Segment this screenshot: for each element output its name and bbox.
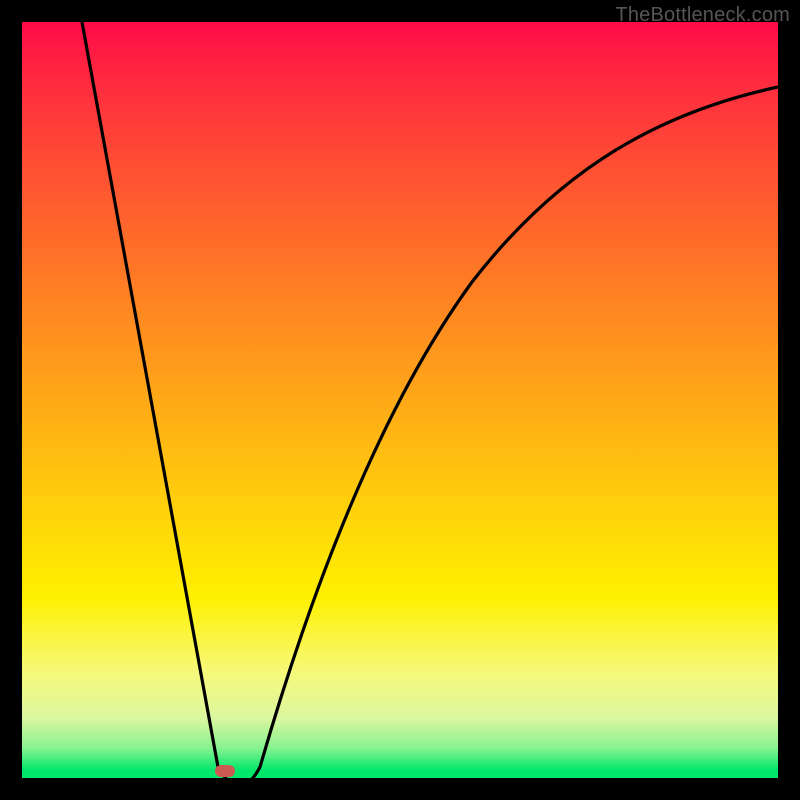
watermark-text: TheBottleneck.com — [615, 4, 790, 27]
curve-path — [82, 22, 778, 778]
bottleneck-curve — [22, 22, 778, 778]
optimal-point-marker — [215, 765, 235, 777]
plot-area — [22, 22, 778, 778]
chart-frame: TheBottleneck.com — [0, 0, 800, 800]
